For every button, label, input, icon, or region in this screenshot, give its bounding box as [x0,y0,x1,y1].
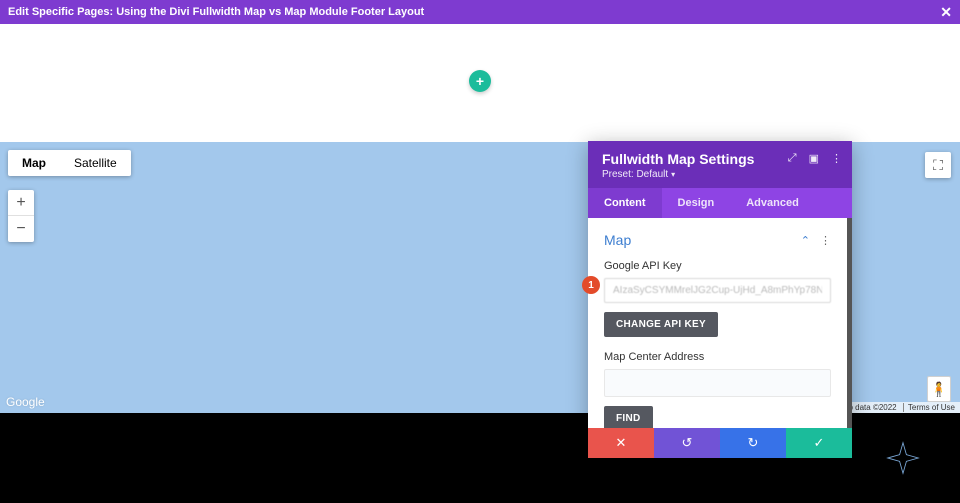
responsive-icon[interactable]: ▣ [809,152,819,165]
find-button[interactable]: FIND [604,406,653,428]
map-type-satellite[interactable]: Satellite [60,150,131,176]
section-title: Map [604,232,631,248]
google-logo: Google [6,395,45,409]
expand-icon[interactable]: ⤢ [788,152,797,165]
credit-terms[interactable]: Terms of Use [903,403,955,412]
map-center-address-label: Map Center Address [604,351,831,363]
change-api-key-button[interactable]: CHANGE API KEY [604,312,718,337]
modal-footer: ✕ ↺ ↻ ✓ [588,428,852,458]
tab-advanced[interactable]: Advanced [730,188,815,218]
map-center-address-input[interactable] [604,369,831,397]
close-icon[interactable]: ✕ [940,4,952,21]
fullwidth-map-settings-modal: Fullwidth Map Settings Preset: Default ▾… [588,141,852,458]
page-title-bar: Edit Specific Pages: Using the Divi Full… [0,0,960,24]
google-api-key-input[interactable] [604,278,831,303]
cancel-button[interactable]: ✕ [588,428,654,458]
map-type-map[interactable]: Map [8,150,60,176]
page-title: Edit Specific Pages: Using the Divi Full… [8,6,424,18]
modal-header-icons: ⤢ ▣ ⋮ [788,152,842,165]
modal-header[interactable]: Fullwidth Map Settings Preset: Default ▾… [588,141,852,188]
fullscreen-button[interactable]: ⛶ [925,152,951,178]
pegman-icon[interactable]: 🧍 [927,376,951,402]
collapse-icon[interactable]: ⌃ [801,234,810,247]
zoom-in-button[interactable]: + [8,190,34,216]
google-api-key-label: Google API Key [604,260,831,272]
tab-content[interactable]: Content [588,188,662,218]
tab-design[interactable]: Design [662,188,731,218]
undo-button[interactable]: ↺ [654,428,720,458]
annotation-badge-1: 1 [582,276,600,294]
kebab-icon[interactable]: ⋮ [831,152,842,165]
zoom-out-button[interactable]: − [8,216,34,242]
modal-tabs: Content Design Advanced [588,188,852,218]
sparkle-icon [886,441,920,475]
zoom-control: + − [8,190,34,242]
save-button[interactable]: ✓ [786,428,852,458]
redo-button[interactable]: ↻ [720,428,786,458]
builder-canvas: + [0,24,960,142]
map-type-toggle: Map Satellite [8,150,131,176]
modal-body: Map ⌃ ⋮ Google API Key CHANGE API KEY Ma… [588,218,852,428]
caret-down-icon: ▾ [671,170,675,179]
add-section-button[interactable]: + [469,70,491,92]
section-menu-icon[interactable]: ⋮ [820,234,831,247]
modal-preset[interactable]: Preset: Default ▾ [602,169,838,180]
section-header-map[interactable]: Map ⌃ ⋮ [604,232,831,248]
